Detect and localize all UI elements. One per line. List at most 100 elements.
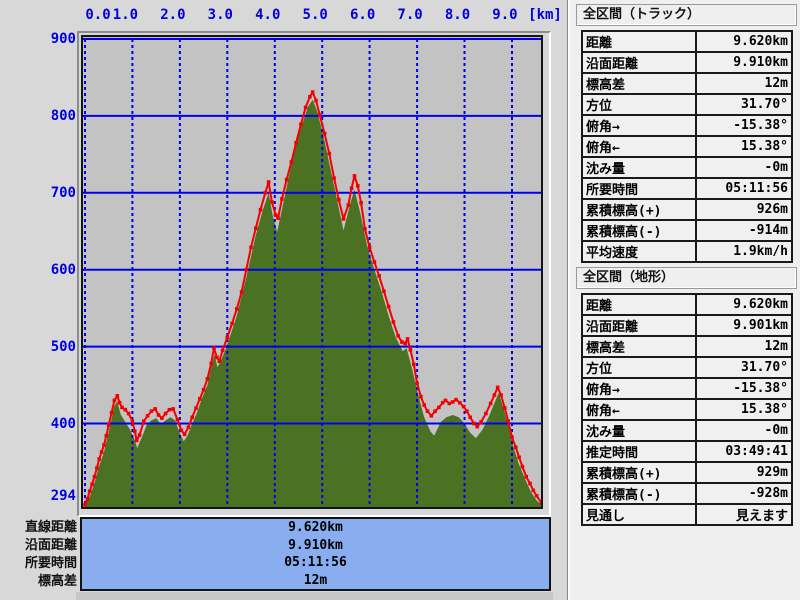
summary-panel: 9.620km 9.910km 05:11:56 12m [80,517,551,591]
summary-value: 05:11:56 [284,555,347,571]
summary-label: 沿面距離 [24,538,77,553]
stat-row: 沿面距離 9.910km [581,51,794,74]
stat-label: 推定時間 [581,440,697,463]
y-axis-tick-label: 900 [50,31,76,47]
summary-value: 12m [303,572,328,588]
x-axis-tick-label: 3.0 [207,7,233,23]
stat-label: 沿面距離 [581,314,697,337]
summary-label: 標高差 [37,574,77,589]
stat-label: 距離 [581,293,697,316]
stat-value: -914m [694,219,794,242]
y-axis-min-label: 294 [50,488,76,504]
x-axis-unit-label: [km] [528,7,562,23]
stat-row: 沿面距離 9.901km [581,314,794,337]
elevation-chart-canvas [83,38,544,508]
stats-table-track: 距離 9.620km 沿面距離 9.910km 標高差 12m 方位 31.70° 俯角→ -15… [581,30,794,263]
stat-value: -0m [694,419,794,442]
stats-region: 全区間（トラック） 距離 9.620km 沿面距離 9.910km 標高差 12m 方位 31… [567,0,800,600]
stats-table-terrain: 距離 9.620km 沿面距離 9.901km 標高差 12m 方位 31.70° 俯角→ -15… [581,293,794,526]
stat-label: 標高差 [581,72,697,95]
stat-label: 方位 [581,93,697,116]
stat-label: 沈み量 [581,156,697,179]
panel-header-track: 全区間（トラック） [576,4,797,26]
stat-row: 累積標高(-) -928m [581,482,794,505]
stat-value: 03:49:41 [694,440,794,463]
stat-value: -0m [694,156,794,179]
y-axis-tick-label: 800 [50,107,76,124]
stat-row: 累積標高(-) -914m [581,219,794,242]
y-axis-tick-label: 500 [50,338,76,355]
stat-value: -15.38° [694,377,794,400]
stat-row: 俯角→ -15.38° [581,114,794,137]
elevation-profile-window: 0.0 1.0 2.0 3.0 4.0 5.0 6.0 7.0 8.0 9.0 [km] 900 8… [0,0,800,600]
stat-label: 沈み量 [581,419,697,442]
stat-row: 沈み量 -0m [581,419,794,442]
stat-row: 所要時間 05:11:56 [581,177,794,200]
stat-value: 9.910km [694,51,794,74]
elevation-plot-area[interactable] [81,35,544,509]
x-axis-tick-label: 6.0 [349,7,376,23]
stat-label: 方位 [581,356,697,379]
stat-value: 31.70° [694,93,794,116]
summary-label: 所要時間 [24,556,77,571]
panel-header-terrain: 全区間（地形） [576,267,797,289]
stat-row: 標高差 12m [581,72,794,95]
stat-value: 見えます [694,503,794,526]
stat-value: 929m [694,461,794,484]
stat-value: 9.620km [694,30,794,53]
x-axis-tick-label: 4.0 [255,7,281,23]
stat-row: 見通し 見えます [581,503,794,526]
bottom-strip [76,592,553,600]
stat-row: 方位 31.70° [581,356,794,379]
stat-label: 沿面距離 [581,51,697,74]
stat-label: 累積標高(+) [581,461,697,484]
stat-label: 俯角→ [581,114,697,137]
stat-row: 俯角← 15.38° [581,135,794,158]
stat-label: 俯角← [581,135,697,158]
stat-value: 9.901km [694,314,794,337]
x-axis-tick-label: 8.0 [444,7,471,23]
stat-label: 俯角← [581,398,697,421]
y-axis-tick-label: 700 [50,184,76,201]
stat-value: -928m [694,482,794,505]
stat-row: 累積標高(+) 929m [581,461,794,484]
summary-label: 直線距離 [24,520,77,535]
stat-label: 見通し [581,503,697,526]
stat-value: 05:11:56 [694,177,794,200]
stat-label: 累積標高(-) [581,219,697,242]
summary-value: 9.620km [288,520,343,536]
stat-label: 平均速度 [581,240,697,263]
stat-value: 15.38° [694,135,794,158]
stat-value: -15.38° [694,114,794,137]
summary-value: 9.910km [288,537,343,553]
stat-row: 俯角→ -15.38° [581,377,794,400]
terrain-area-shape [85,99,542,508]
chart-region: 0.0 1.0 2.0 3.0 4.0 5.0 6.0 7.0 8.0 9.0 [km] 900 8… [0,0,567,600]
stat-value: 9.620km [694,293,794,316]
stat-value: 926m [694,198,794,221]
stat-row: 俯角← 15.38° [581,398,794,421]
stat-row: 累積標高(+) 926m [581,198,794,221]
stat-row: 標高差 12m [581,335,794,358]
x-axis-tick-label: 1.0 [112,7,139,23]
stat-label: 俯角→ [581,377,697,400]
chart-frame [77,31,551,517]
stat-label: 所要時間 [581,177,697,200]
stat-row: 方位 31.70° [581,93,794,116]
stat-row: 距離 9.620km [581,293,794,316]
stat-label: 累積標高(+) [581,198,697,221]
stat-row: 推定時間 03:49:41 [581,440,794,463]
x-axis-tick-label: 2.0 [160,7,186,23]
y-axis-tick-label: 600 [50,261,76,278]
stat-value: 12m [694,72,794,95]
stat-row: 距離 9.620km [581,30,794,53]
x-axis-tick-label: 7.0 [397,7,423,23]
stat-value: 12m [694,335,794,358]
y-axis-tick-label: 400 [50,415,76,432]
stat-label: 標高差 [581,335,697,358]
stat-value: 15.38° [694,398,794,421]
stat-label: 距離 [581,30,697,53]
stat-label: 累積標高(-) [581,482,697,505]
stat-value: 31.70° [694,356,794,379]
stat-value: 1.9km/h [694,240,794,263]
